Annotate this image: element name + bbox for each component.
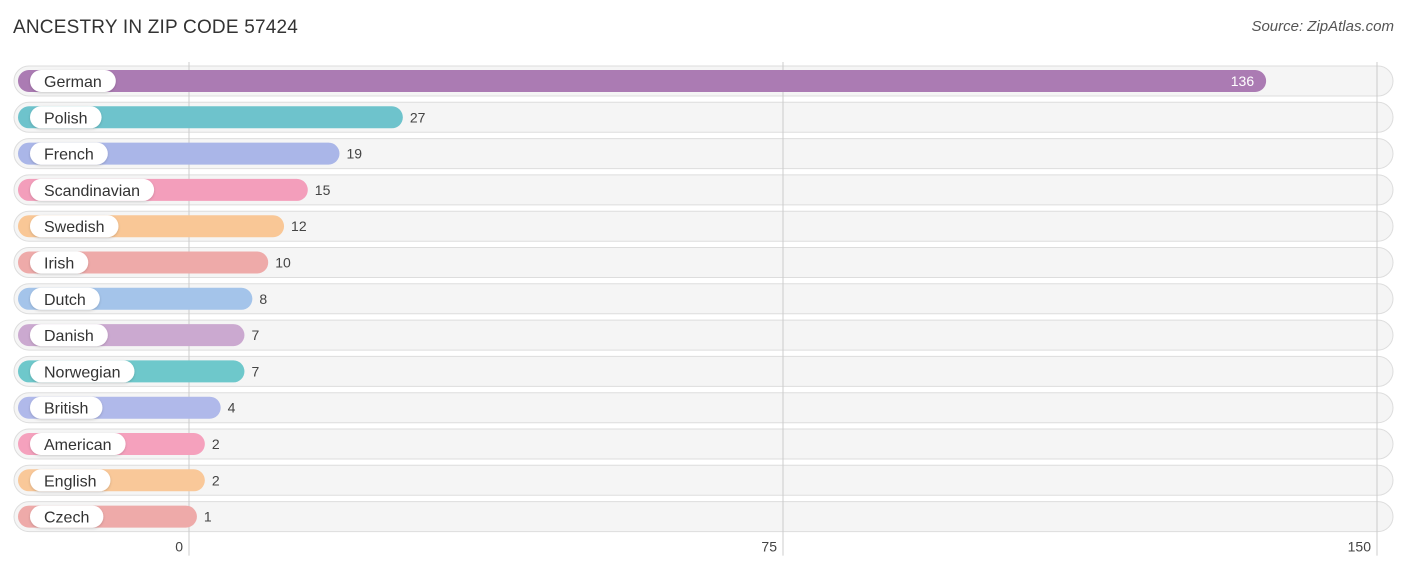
bar-track: [13, 501, 1394, 533]
value-label: 2: [212, 436, 220, 452]
bar-group: British 4: [18, 396, 236, 419]
bar-chart: German 136Polish 27French 19Scandinavian 15S…: [13, 62, 1394, 556]
category-label: Scandinavian: [44, 183, 140, 200]
bar-group: Scandinavian 15: [18, 178, 331, 201]
value-label: 8: [259, 291, 267, 307]
bar-track: [13, 392, 1394, 424]
value-label: 27: [410, 109, 426, 125]
category-label: Swedish: [44, 219, 104, 236]
value-label: 10: [275, 255, 291, 271]
category-label: Czech: [44, 510, 89, 527]
value-label: 19: [346, 146, 362, 162]
value-label: 7: [251, 363, 259, 379]
value-label: 1: [204, 509, 212, 525]
bar-group: Norwegian 7: [18, 360, 259, 383]
value-label: 2: [212, 472, 220, 488]
bar-group: Danish 7: [18, 324, 259, 347]
value-label: 12: [291, 218, 307, 234]
category-label: Danish: [44, 328, 94, 345]
bar-group: Czech 1: [18, 505, 212, 528]
value-label: 4: [228, 400, 236, 416]
value-label: 7: [251, 327, 259, 343]
category-label: Norwegian: [44, 364, 120, 381]
bar-group: French 19: [18, 142, 362, 165]
category-label: French: [44, 147, 94, 164]
category-label: Polish: [44, 110, 88, 127]
x-tick-label: 150: [1348, 539, 1372, 555]
bar-group: German 136: [18, 70, 1267, 92]
bar-group: English 2: [18, 469, 220, 492]
bar-group: Irish 10: [18, 251, 291, 274]
bar-group: Dutch 8: [18, 287, 267, 310]
bar-group: American 2: [18, 433, 220, 455]
category-label: Dutch: [44, 292, 86, 309]
bar-track: [13, 464, 1394, 496]
category-label: Irish: [44, 256, 74, 273]
bar-group: Polish 27: [18, 106, 426, 129]
bar-group: Swedish 12: [18, 215, 307, 238]
category-label: German: [44, 74, 102, 91]
bar-track: [13, 428, 1394, 460]
category-label: American: [44, 437, 112, 454]
category-label: British: [44, 401, 88, 418]
x-tick-label: 0: [175, 539, 183, 555]
category-label: English: [44, 473, 96, 490]
value-label: 15: [315, 182, 331, 198]
x-tick-label: 75: [761, 539, 777, 555]
value-label: 136: [1231, 73, 1255, 89]
bar: [18, 70, 1267, 92]
